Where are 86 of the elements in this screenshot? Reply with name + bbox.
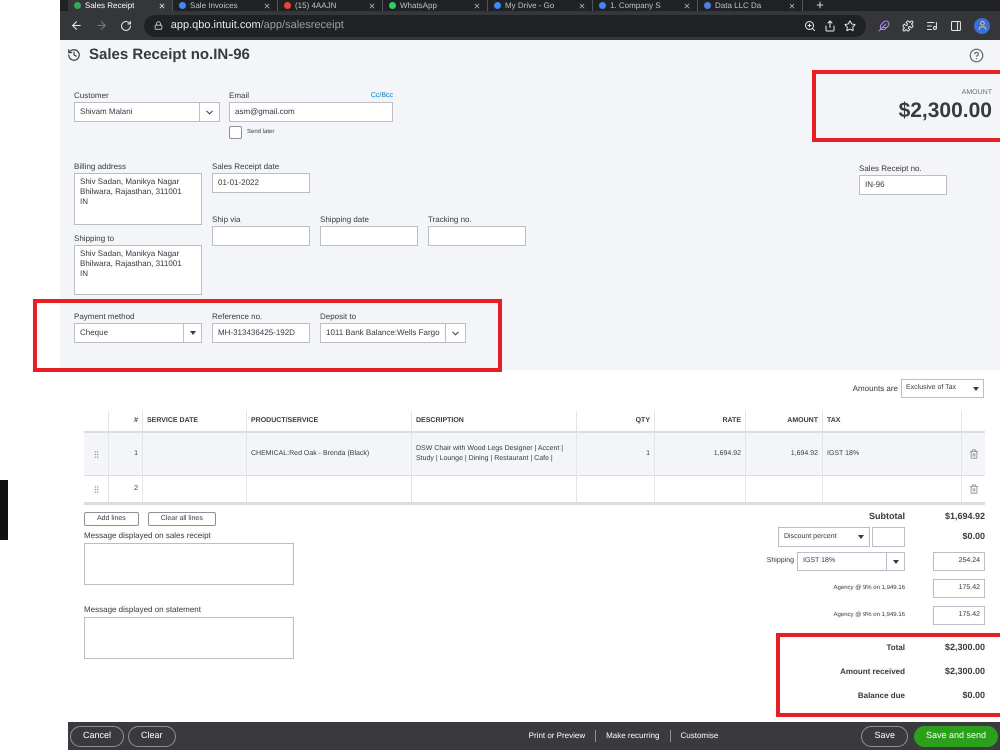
close-icon[interactable] [368, 2, 376, 10]
field-label: Shipping date [320, 214, 370, 226]
summary-value: $0.00 [961, 688, 985, 702]
forward-icon[interactable] [94, 19, 108, 32]
share-icon[interactable] [824, 20, 836, 32]
input-field[interactable] [320, 226, 418, 246]
field-label: Sales Receipt no. [859, 162, 923, 174]
browser-tab[interactable]: Data LLC Da [698, 0, 803, 11]
browser-tab[interactable]: Sale Invoices [173, 0, 278, 11]
page-title: Sales Receipt no.IN-96 [89, 44, 250, 65]
dark-panel-edge [0, 480, 8, 540]
subtotal-value: $1,694.92 [944, 510, 985, 523]
address-field[interactable]: Shiv Sadan, Manikya Nagar Bhilwara, Rajasthan, 311001 IN [74, 173, 202, 225]
field-label: Deposit to [320, 311, 358, 323]
help-icon[interactable] [969, 48, 984, 62]
close-icon[interactable] [683, 2, 691, 10]
input-field[interactable]: MH-313436425-192D [212, 323, 310, 343]
drag-handle-icon[interactable] [92, 450, 100, 458]
field-label: Message displayed on sales receipt [84, 530, 212, 542]
discount-field[interactable] [872, 527, 905, 547]
browser-tab[interactable]: Sales Receipt [68, 0, 173, 11]
new-tab-icon[interactable] [815, 0, 825, 10]
browser-tab[interactable]: WhatsApp [383, 0, 488, 11]
field-label: Tracking no. [428, 214, 473, 226]
extensions-icon[interactable] [902, 20, 914, 32]
address-field[interactable]: Shiv Sadan, Manikya Nagar Bhilwara, Rajasthan, 311001 IN [74, 245, 202, 295]
footer-link[interactable]: Customise [670, 730, 728, 742]
field-label: Customer [74, 90, 110, 102]
summary-label: Amount received [840, 666, 905, 678]
caret-icon [973, 386, 979, 390]
footer-link[interactable]: Print or Preview [518, 730, 596, 742]
footer-button[interactable]: Cancel [70, 726, 124, 746]
caret-icon [858, 535, 864, 539]
summary-label: Balance due [858, 690, 905, 702]
close-icon[interactable] [578, 2, 586, 10]
field-label: Billing address [74, 161, 128, 173]
star-icon[interactable] [844, 20, 856, 32]
save-button[interactable]: Save [861, 726, 908, 746]
avatar-icon[interactable] [974, 18, 990, 34]
history-icon[interactable] [67, 48, 81, 62]
input-field[interactable]: 01-01-2022 [212, 173, 310, 193]
caret-icon [892, 560, 898, 564]
summary-label: Total [886, 642, 905, 654]
summary-value: $2,300.00 [944, 640, 985, 654]
input-field[interactable]: IN-96 [859, 174, 947, 194]
back-icon[interactable] [70, 19, 83, 32]
close-icon[interactable] [263, 2, 271, 10]
feather-icon[interactable] [878, 20, 890, 32]
browser-tab[interactable]: My Drive - Go [488, 0, 593, 11]
email-field[interactable]: asm@gmail.com [229, 102, 393, 122]
footer-link[interactable]: Make recurring [595, 730, 670, 742]
delete-icon[interactable] [968, 449, 978, 459]
select-field[interactable]: 1011 Bank Balance:Wells Fargo [320, 323, 466, 343]
lock-icon [154, 21, 163, 30]
address-bar[interactable]: app.qbo.intuit.com/app/salesreceipt [144, 14, 866, 36]
select-field[interactable]: Cheque [74, 323, 202, 343]
side-panel-icon[interactable] [950, 20, 962, 32]
drag-handle-icon[interactable] [92, 484, 100, 494]
reload-icon[interactable] [120, 20, 132, 32]
subtotal-label: Subtotal [869, 510, 905, 523]
footer-button[interactable]: Clear [128, 726, 176, 746]
input-field[interactable] [212, 226, 310, 246]
close-icon[interactable] [473, 2, 481, 10]
field-label: Email [229, 90, 250, 102]
browser-tab[interactable]: 1. Company S [593, 0, 698, 11]
caret-icon [190, 331, 196, 335]
media-icon[interactable] [926, 20, 938, 32]
field-label: Shipping to [74, 233, 116, 245]
zoom-icon[interactable] [804, 20, 816, 32]
send-later-checkbox[interactable] [229, 126, 242, 139]
discount-value: $0.00 [961, 530, 985, 544]
field-label: Reference no. [212, 311, 264, 323]
browser-tab[interactable]: (15) 4AAJN [278, 0, 383, 11]
field-label: Payment method [74, 311, 136, 323]
field-label: Message displayed on statement [84, 604, 202, 616]
amounts-are-label: Amounts are [852, 382, 898, 394]
field-label: Ship via [212, 214, 242, 226]
summary-value: $2,300.00 [944, 664, 985, 678]
customer-select[interactable]: Shivam Malani [74, 102, 220, 122]
field-label: Sales Receipt date [212, 161, 280, 173]
input-field[interactable] [428, 226, 526, 246]
amount-total: $2,300.00 [898, 98, 992, 122]
message-field[interactable] [84, 543, 294, 585]
delete-icon[interactable] [968, 484, 978, 494]
close-icon[interactable] [788, 2, 796, 10]
message-field[interactable] [84, 617, 294, 659]
